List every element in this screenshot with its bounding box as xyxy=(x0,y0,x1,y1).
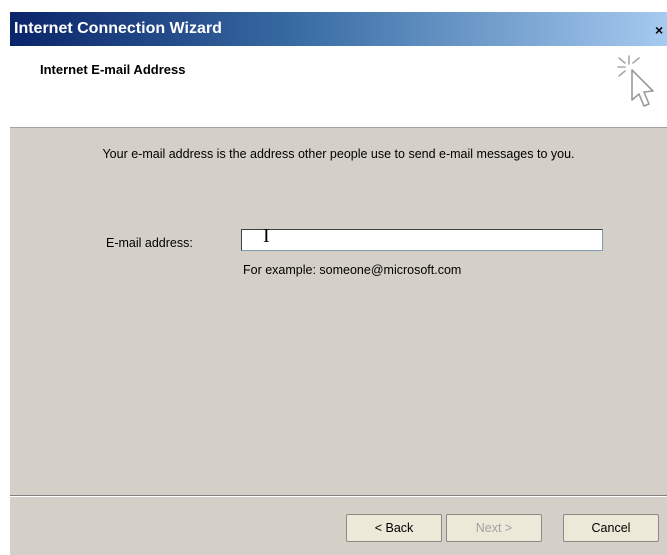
email-address-input[interactable] xyxy=(241,229,603,251)
title-bar[interactable]: Internet Connection Wizard × xyxy=(10,12,667,46)
description-text: Your e-mail address is the address other… xyxy=(102,147,575,161)
window-title: Internet Connection Wizard xyxy=(14,20,222,37)
wizard-cursor-sparkle-icon xyxy=(617,55,654,107)
back-button[interactable]: < Back xyxy=(346,514,442,542)
header-panel: Internet E-mail Address xyxy=(10,46,667,128)
cancel-button[interactable]: Cancel xyxy=(563,514,659,542)
email-label: E-mail address: xyxy=(106,236,193,250)
example-hint: For example: someone@microsoft.com xyxy=(243,263,462,277)
wizard-window: Internet Connection Wizard × Internet E-… xyxy=(10,12,667,555)
next-button[interactable]: Next > xyxy=(446,514,542,542)
footer-divider xyxy=(10,495,667,497)
close-button[interactable]: × xyxy=(655,20,667,40)
page-title: Internet E-mail Address xyxy=(40,62,186,77)
